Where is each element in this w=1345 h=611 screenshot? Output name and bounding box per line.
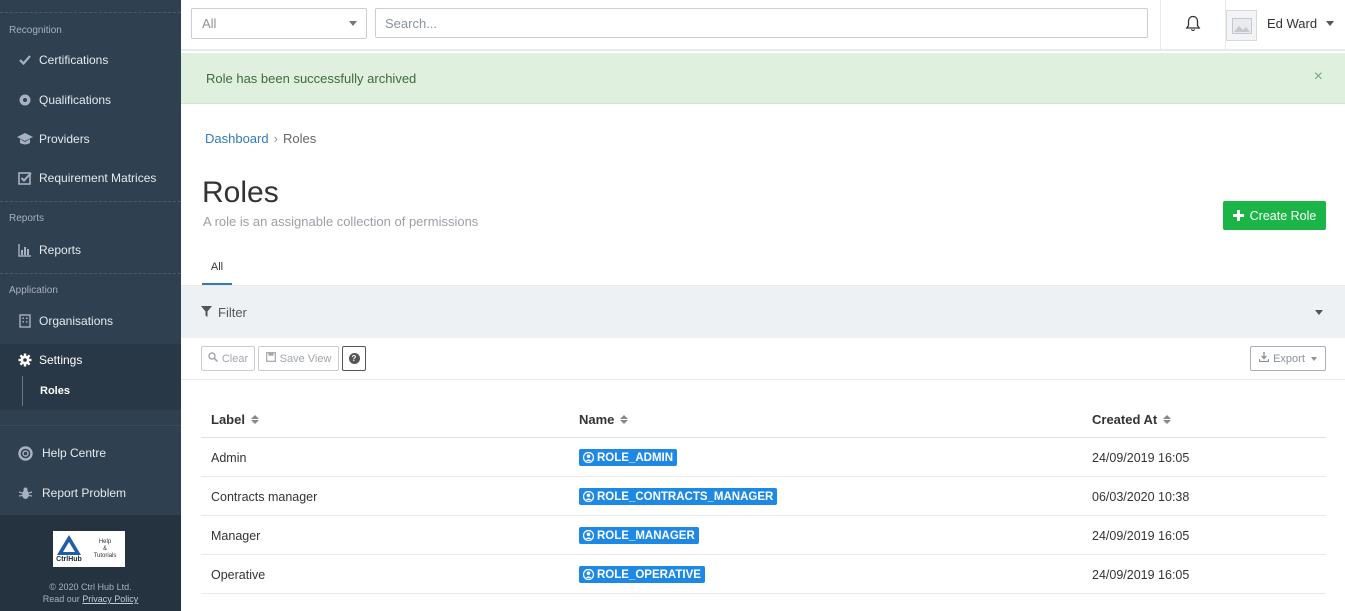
column-header-name[interactable]: Name bbox=[579, 400, 629, 438]
filter-icon bbox=[201, 305, 212, 320]
page-title: Roles bbox=[202, 176, 279, 209]
close-icon[interactable]: × bbox=[1314, 68, 1323, 86]
role-label: Manager bbox=[211, 528, 261, 543]
toolbar-divider bbox=[181, 379, 1345, 380]
table-row[interactable]: Contracts manager ROLE_CONTRACTS_MANAGER… bbox=[201, 477, 1326, 516]
sidebar: Recognition Certifications Qualification… bbox=[0, 0, 181, 611]
table-row[interactable]: Operative ROLE_OPERATIVE 24/09/2019 16:0… bbox=[201, 555, 1326, 594]
sort-icon bbox=[1163, 414, 1172, 424]
chevron-down-icon bbox=[1310, 356, 1317, 361]
search-input[interactable] bbox=[375, 8, 1148, 38]
bug-icon bbox=[17, 485, 33, 501]
question-circle-icon: ? bbox=[348, 353, 360, 364]
graduation-cap-icon bbox=[17, 131, 33, 147]
sidebar-item-settings[interactable]: Settings bbox=[0, 344, 181, 376]
image-placeholder-icon bbox=[1231, 17, 1252, 34]
role-created-at: 24/09/2019 16:05 bbox=[1092, 567, 1190, 582]
filter-panel-toggle[interactable]: Filter bbox=[181, 286, 1345, 338]
role-label: Contracts manager bbox=[211, 489, 318, 504]
create-role-button[interactable]: Create Role bbox=[1223, 201, 1326, 230]
role-name-badge: ROLE_ADMIN bbox=[579, 449, 678, 466]
help-button[interactable]: ? bbox=[342, 346, 366, 371]
building-icon bbox=[17, 313, 33, 329]
sidebar-item-requirement-matrices[interactable]: Requirement Matrices bbox=[0, 163, 181, 193]
search-icon bbox=[208, 352, 218, 365]
sort-icon bbox=[250, 414, 259, 424]
table-row[interactable]: Admin ROLE_ADMIN 24/09/2019 16:05 bbox=[201, 438, 1326, 477]
user-circle-icon bbox=[583, 569, 594, 580]
sidebar-section-reports: Reports bbox=[0, 201, 181, 231]
chevron-down-icon bbox=[1315, 310, 1323, 315]
sort-icon bbox=[620, 414, 629, 424]
breadcrumb-current: Roles bbox=[282, 131, 317, 146]
copyright-text: © 2020 Ctrl Hub Ltd. Read our Privacy Po… bbox=[42, 582, 139, 604]
sidebar-item-reports[interactable]: Reports bbox=[0, 235, 181, 265]
sidebar-item-certifications[interactable]: Certifications bbox=[0, 45, 181, 75]
bar-chart-icon bbox=[17, 242, 33, 258]
role-label: Operative bbox=[211, 567, 266, 582]
tab-all[interactable]: All bbox=[202, 258, 232, 285]
breadcrumb-dashboard-link[interactable]: Dashboard bbox=[205, 131, 269, 146]
sidebar-section-application: Application bbox=[0, 273, 181, 303]
chevron-down-icon bbox=[1326, 21, 1334, 26]
role-created-at: 24/09/2019 16:05 bbox=[1092, 528, 1190, 543]
plus-icon bbox=[1232, 208, 1244, 224]
success-alert: Role has been successfully archived × bbox=[181, 53, 1345, 104]
check-icon bbox=[17, 52, 33, 68]
privacy-policy-link[interactable]: Privacy Policy bbox=[82, 594, 138, 604]
column-header-created-at[interactable]: Created At bbox=[1092, 400, 1172, 438]
role-label: Admin bbox=[211, 450, 247, 465]
ctrlhub-help-logo[interactable]: CtrlHub Help & Tutorials bbox=[53, 531, 125, 567]
user-circle-icon bbox=[583, 491, 594, 502]
lifebuoy-icon bbox=[17, 445, 33, 461]
sidebar-section-recognition: Recognition bbox=[0, 12, 181, 42]
role-name-badge: ROLE_OPERATIVE bbox=[579, 566, 705, 583]
save-icon bbox=[265, 352, 276, 365]
chevron-down-icon bbox=[349, 21, 357, 26]
clear-button[interactable]: Clear bbox=[201, 346, 255, 371]
role-name-badge: ROLE_MANAGER bbox=[579, 527, 699, 544]
sidebar-item-providers[interactable]: Providers bbox=[0, 124, 181, 154]
sidebar-item-qualifications[interactable]: Qualifications bbox=[0, 85, 181, 115]
ctrlhub-logo-icon: CtrlHub bbox=[53, 531, 85, 567]
role-created-at: 06/03/2020 10:38 bbox=[1092, 489, 1190, 504]
checkbox-icon bbox=[17, 170, 33, 186]
user-circle-icon bbox=[583, 530, 594, 541]
user-circle-icon bbox=[583, 452, 594, 463]
role-created-at: 24/09/2019 16:05 bbox=[1092, 450, 1190, 465]
export-dropdown-button[interactable]: Export bbox=[1250, 346, 1326, 371]
save-view-button[interactable]: Save View bbox=[258, 346, 339, 371]
column-header-label[interactable]: Label bbox=[211, 400, 259, 438]
bell-icon bbox=[1185, 15, 1201, 35]
role-name-badge: ROLE_CONTRACTS_MANAGER bbox=[579, 488, 778, 505]
sidebar-subitem-roles[interactable]: Roles bbox=[22, 376, 181, 406]
search-scope-select[interactable]: All bbox=[191, 8, 367, 39]
avatar bbox=[1226, 10, 1257, 41]
table-row[interactable]: Manager ROLE_MANAGER 24/09/2019 16:05 bbox=[201, 516, 1326, 555]
sidebar-bottom-menu: Help Centre Report Problem bbox=[0, 425, 181, 515]
top-bar: All Ed Ward bbox=[181, 0, 1345, 51]
gear-icon bbox=[17, 352, 33, 368]
user-menu[interactable]: Ed Ward bbox=[1226, 0, 1345, 49]
breadcrumb: Dashboard › Roles bbox=[205, 131, 317, 146]
sidebar-item-help-centre[interactable]: Help Centre bbox=[0, 438, 181, 468]
notifications-button[interactable] bbox=[1160, 0, 1226, 49]
badge-icon bbox=[17, 92, 33, 108]
sidebar-item-report-problem[interactable]: Report Problem bbox=[0, 478, 181, 508]
download-icon bbox=[1258, 352, 1270, 365]
sidebar-item-organisations[interactable]: Organisations bbox=[0, 306, 181, 336]
sidebar-footer: CtrlHub Help & Tutorials © 2020 Ctrl Hub… bbox=[0, 515, 181, 611]
page-subtitle: A role is an assignable collection of pe… bbox=[203, 214, 479, 229]
